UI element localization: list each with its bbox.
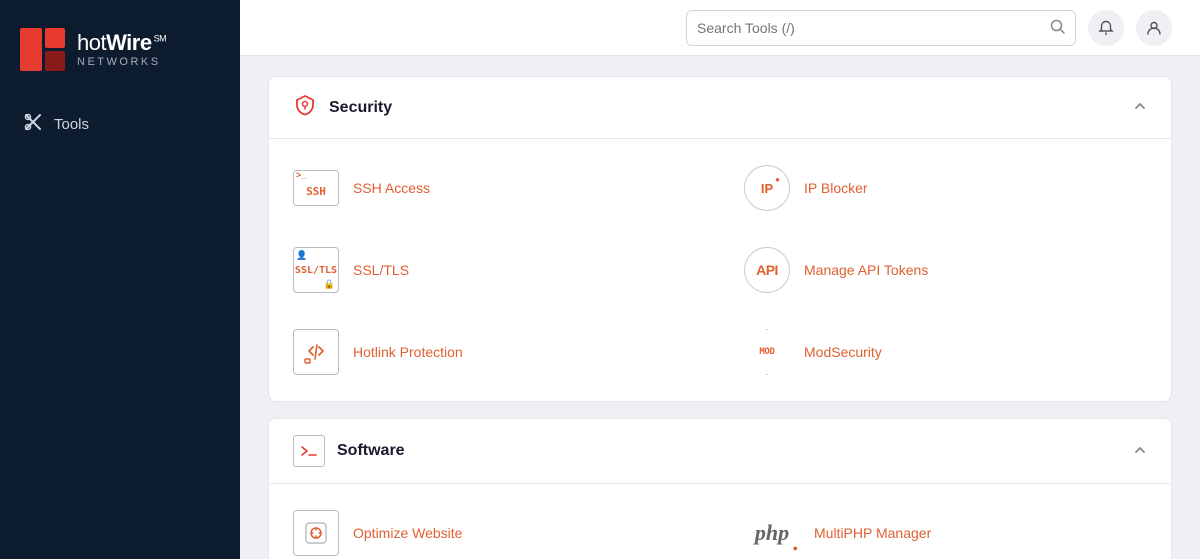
security-section: Security >_ SSH SSH Access (268, 76, 1172, 402)
api-tokens-icon: API (744, 247, 790, 293)
modsecurity-label[interactable]: ModSecurity (804, 344, 882, 360)
ssh-icon: >_ SSH (293, 170, 339, 206)
hotlink-protection-label[interactable]: Hotlink Protection (353, 344, 463, 360)
logo-area: hotWire SM NETWORKS (0, 0, 240, 91)
optimize-icon (293, 510, 339, 556)
ssl-tls-label[interactable]: SSL/TLS (353, 262, 409, 278)
logo-squares (20, 28, 65, 71)
software-section-header[interactable]: Software (269, 419, 1171, 484)
main-content: Security >_ SSH SSH Access (240, 0, 1200, 559)
ssh-access-label[interactable]: SSH Access (353, 180, 430, 196)
security-chevron-icon (1133, 99, 1147, 116)
security-section-header[interactable]: Security (269, 77, 1171, 139)
tool-optimize-website[interactable]: Optimize Website (269, 492, 720, 559)
brand-tagline: NETWORKS (77, 56, 166, 68)
ssl-icon: 👤 SSL/TLS 🔒 (293, 247, 339, 293)
software-section: Software (268, 418, 1172, 559)
tool-manage-api-tokens[interactable]: API Manage API Tokens (720, 229, 1171, 311)
notifications-button[interactable] (1088, 10, 1124, 46)
sidebar-nav: Tools (0, 91, 240, 158)
tools-icon (24, 113, 42, 136)
security-tools-grid: >_ SSH SSH Access ● IP IP Blocker (269, 139, 1171, 401)
user-button[interactable] (1136, 10, 1172, 46)
sidebar-item-tools-label: Tools (54, 116, 89, 133)
logo-square-1 (20, 28, 42, 71)
search-icon (1050, 19, 1065, 37)
software-section-header-left: Software (293, 435, 405, 467)
multiphp-manager-label[interactable]: MultiPHP Manager (814, 525, 931, 541)
hotlink-icon (293, 329, 339, 375)
brand-text: hotWire SM NETWORKS (77, 31, 166, 67)
top-header (240, 0, 1200, 56)
ip-blocker-icon: ● IP (744, 165, 790, 211)
search-input[interactable] (697, 20, 1050, 36)
security-title: Security (329, 99, 392, 117)
software-chevron-icon (1133, 443, 1147, 460)
ip-blocker-label[interactable]: IP Blocker (804, 180, 868, 196)
sidebar: hotWire SM NETWORKS Tools (0, 0, 240, 559)
modsecurity-icon: MOD (744, 329, 790, 375)
tool-multiphp-manager[interactable]: php ● MultiPHP Manager (720, 492, 1171, 559)
tool-ssl-tls[interactable]: 👤 SSL/TLS 🔒 SSL/TLS (269, 229, 720, 311)
php-manager-sub: ● (793, 543, 798, 553)
tool-ip-blocker[interactable]: ● IP IP Blocker (720, 147, 1171, 229)
optimize-website-label[interactable]: Optimize Website (353, 525, 462, 541)
software-title: Software (337, 442, 405, 460)
tool-modsecurity[interactable]: MOD ModSecurity (720, 311, 1171, 393)
tool-ssh-access[interactable]: >_ SSH SSH Access (269, 147, 720, 229)
php-manager-icon: php ● (744, 513, 800, 553)
content-area: Security >_ SSH SSH Access (240, 56, 1200, 559)
api-tokens-label[interactable]: Manage API Tokens (804, 262, 928, 278)
software-icon (293, 435, 325, 467)
logo-square-3 (45, 51, 65, 71)
sidebar-item-tools[interactable]: Tools (0, 101, 240, 148)
section-header-left: Security (293, 93, 392, 122)
brand-name: hotWire SM (77, 31, 166, 55)
security-icon (293, 93, 317, 122)
search-wrap (686, 10, 1076, 46)
logo-square-2 (45, 28, 65, 48)
tool-hotlink-protection[interactable]: Hotlink Protection (269, 311, 720, 393)
software-tools-grid: Optimize Website php ● MultiPHP Manager … (269, 484, 1171, 559)
